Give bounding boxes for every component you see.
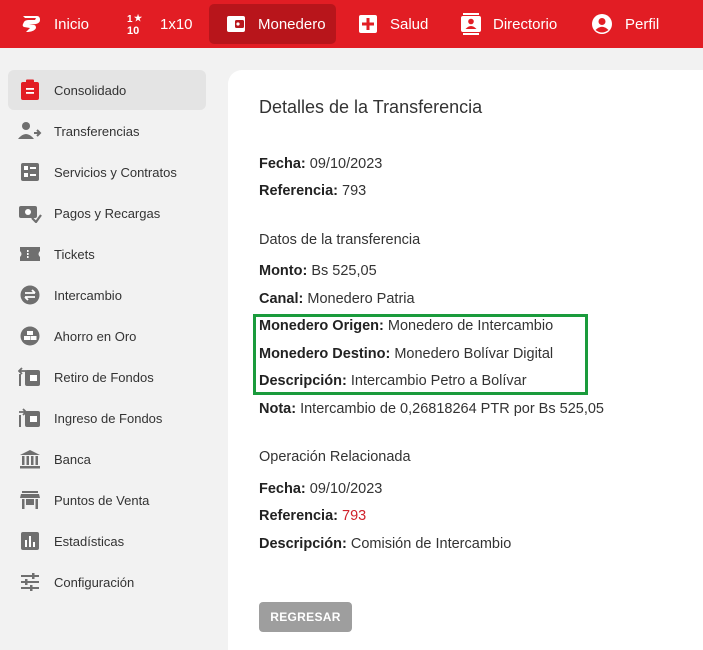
account-circle-icon (591, 13, 613, 35)
nota-value: Intercambio de 0,26818264 PTR por Bs 525… (300, 401, 604, 417)
nota-label: Nota: (259, 401, 297, 417)
exchange-icon (18, 283, 42, 307)
health-cross-icon (358, 14, 378, 34)
origen-row: Monedero Origen: Monedero de Intercambio (259, 318, 553, 334)
nav-1x10[interactable]: 1 ★ 10 1x10 (126, 4, 193, 44)
sidebar-item-transferencias[interactable]: Transferencias (8, 111, 206, 151)
person-transfer-icon (18, 119, 42, 143)
stats-icon (18, 529, 42, 553)
fecha-row: Fecha: 09/10/2023 (259, 156, 382, 172)
referencia-label: Referencia: (259, 183, 338, 199)
nav-monedero[interactable]: Monedero (209, 4, 336, 44)
monto-label: Monto: (259, 263, 308, 279)
sidebar-item-label: Ingreso de Fondos (54, 410, 163, 426)
page-title: Detalles de la Transferencia (259, 97, 483, 117)
op-descripcion-row: Descripción: Comisión de Intercambio (259, 536, 511, 552)
svg-text:1: 1 (127, 14, 133, 25)
referencia-value: 793 (342, 183, 367, 199)
sidebar-item-label: Servicios y Contratos (54, 164, 177, 180)
sidebar-item-label: Consolidado (54, 82, 127, 98)
sidebar-item-label: Tickets (54, 246, 95, 262)
descripcion-row: Descripción: Intercambio Petro a Bolívar (259, 373, 527, 389)
sidebar-item-label: Estadísticas (54, 533, 125, 549)
sidebar-item-pagos[interactable]: Pagos y Recargas (8, 193, 206, 233)
clipboard-icon (18, 78, 42, 102)
canal-label: Canal: (259, 291, 304, 307)
sidebar-item-banca[interactable]: Banca (8, 439, 206, 479)
nav-salud[interactable]: Salud (358, 4, 428, 44)
sidebar-item-label: Pagos y Recargas (54, 205, 161, 221)
canal-row: Canal: Monedero Patria (259, 291, 415, 307)
nav-1x10-label: 1x10 (160, 15, 193, 33)
monto-row: Monto: Bs 525,05 (259, 263, 377, 279)
gold-savings-icon (18, 324, 42, 348)
list-grid-icon (18, 160, 42, 184)
nav-salud-label: Salud (390, 15, 429, 33)
op-descripcion-label: Descripción: (259, 536, 347, 552)
sidebar: Consolidado Transferencias Servicios y C… (0, 48, 228, 650)
bank-icon (18, 447, 42, 471)
store-icon (18, 488, 42, 512)
sidebar-item-label: Retiro de Fondos (54, 369, 154, 385)
wallet-icon (226, 15, 246, 33)
withdraw-icon (18, 365, 42, 389)
destino-row: Monedero Destino: Monedero Bolívar Digit… (259, 346, 553, 362)
op-fecha-label: Fecha: (259, 481, 306, 497)
operacion-heading: Operación Relacionada (259, 449, 411, 465)
sidebar-item-label: Ahorro en Oro (54, 328, 137, 344)
sidebar-item-label: Configuración (54, 574, 135, 590)
op-referencia-row: Referencia: 793 (259, 508, 366, 524)
nota-row: Nota: Intercambio de 0,26818264 PTR por … (259, 401, 604, 417)
sidebar-item-label: Transferencias (54, 123, 140, 139)
monto-value: Bs 525,05 (311, 263, 377, 279)
nav-directorio[interactable]: Directorio (461, 4, 557, 44)
nav-inicio-label: Inicio (54, 15, 90, 33)
nav-monedero-label: Monedero (258, 15, 326, 33)
sidebar-item-ahorro[interactable]: Ahorro en Oro (8, 316, 206, 356)
datos-heading: Datos de la transferencia (259, 232, 421, 248)
nav-perfil-label: Perfil (625, 15, 660, 33)
sidebar-item-consolidado[interactable]: Consolidado (8, 70, 206, 110)
nav-perfil[interactable]: Perfil (591, 4, 659, 44)
sidebar-item-estadisticas[interactable]: Estadísticas (8, 521, 206, 561)
fecha-value: 09/10/2023 (309, 156, 383, 172)
origen-label: Monedero Origen: (259, 318, 384, 334)
descripcion-value: Intercambio Petro a Bolívar (350, 373, 527, 389)
svg-text:★: ★ (134, 13, 143, 23)
canal-value: Monedero Patria (307, 291, 415, 307)
1x10-icon: 1 ★ 10 (126, 12, 146, 36)
sidebar-item-label: Puntos de Venta (54, 492, 150, 508)
sidebar-item-configuracion[interactable]: Configuración (8, 562, 206, 602)
settings-sliders-icon (18, 570, 42, 594)
contacts-icon (461, 13, 481, 35)
svg-text:10: 10 (127, 25, 139, 36)
op-fecha-row: Fecha: 09/10/2023 (259, 481, 382, 497)
patria-logo-icon (20, 13, 42, 35)
destino-label: Monedero Destino: (259, 346, 391, 362)
sidebar-item-puntos-venta[interactable]: Puntos de Venta (8, 480, 206, 520)
referencia-row: Referencia: 793 (259, 183, 366, 199)
payment-icon (18, 201, 42, 225)
sidebar-item-retiro[interactable]: Retiro de Fondos (8, 357, 206, 397)
regresar-button[interactable]: REGRESAR (259, 602, 352, 632)
sidebar-item-label: Intercambio (54, 287, 122, 303)
fecha-label: Fecha: (259, 156, 306, 172)
op-referencia-label: Referencia: (259, 508, 338, 524)
sidebar-item-intercambio[interactable]: Intercambio (8, 275, 206, 315)
op-referencia-link[interactable]: 793 (342, 508, 366, 524)
sidebar-item-ingreso[interactable]: Ingreso de Fondos (8, 398, 206, 438)
ticket-icon (18, 242, 42, 266)
nav-inicio[interactable]: Inicio (20, 4, 89, 44)
op-fecha-value: 09/10/2023 (309, 481, 383, 497)
descripcion-label: Descripción: (259, 373, 347, 389)
sidebar-item-tickets[interactable]: Tickets (8, 234, 206, 274)
sidebar-item-servicios[interactable]: Servicios y Contratos (8, 152, 206, 192)
deposit-icon (18, 406, 42, 430)
destino-value: Monedero Bolívar Digital (394, 346, 554, 362)
sidebar-item-label: Banca (54, 451, 91, 467)
op-descripcion-value: Comisión de Intercambio (350, 536, 512, 552)
origen-value: Monedero de Intercambio (387, 318, 554, 334)
top-navigation: Inicio 1 ★ 10 1x10 Monedero Salud Director… (0, 0, 703, 48)
nav-directorio-label: Directorio (493, 15, 558, 33)
